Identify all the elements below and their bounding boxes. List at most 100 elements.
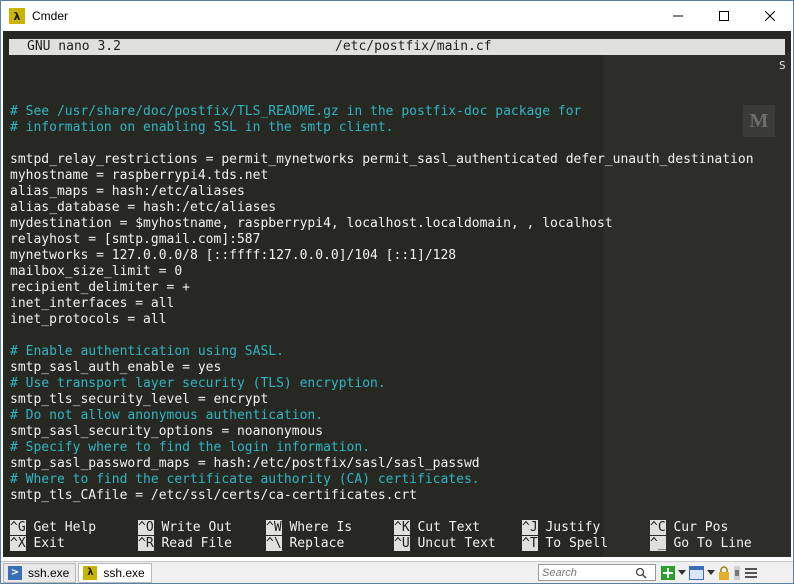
editor-text-area[interactable]: # See /usr/share/doc/postfix/TLS_README.… — [10, 88, 754, 504]
window-title: Cmder — [32, 9, 69, 23]
config-line: smtpd_relay_restrictions = permit_mynetw… — [10, 152, 754, 167]
shortcut-label: Replace — [289, 536, 345, 551]
maximize-icon — [719, 11, 729, 21]
chevron-down-icon — [707, 570, 715, 575]
config-line: smtp_sasl_security_options = noanonymous — [10, 424, 324, 439]
menu-icon — [745, 568, 757, 578]
shortcut-key: ^K — [394, 520, 410, 535]
search-input[interactable] — [539, 565, 635, 580]
comment-line: # Enable authentication using SASL. — [10, 344, 284, 359]
search-box[interactable] — [538, 564, 656, 581]
plus-icon — [661, 566, 675, 580]
config-line: smtp_tls_CAfile = /etc/ssl/certs/ca-cert… — [10, 488, 417, 503]
shortcut-item: ^G Get Help — [10, 520, 96, 536]
scroll-icon — [734, 566, 740, 580]
shortcut-label: Get Help — [33, 520, 97, 535]
config-line: smtp_sasl_password_maps = hash:/etc/post… — [10, 456, 480, 471]
shortcut-label: Read File — [161, 536, 232, 551]
config-line: mydestination = $myhostname, raspberrypi… — [10, 216, 613, 231]
shortcut-key: ^O — [138, 520, 154, 535]
side-indicator: S — [779, 59, 786, 72]
terminal-area[interactable]: M GNU nano 3.2 /etc/postfix/main.cf S # … — [3, 31, 791, 557]
minimize-icon — [673, 15, 683, 17]
shortcut-label: Where Is — [289, 520, 353, 535]
shortcut-item: ^\ Replace — [266, 536, 344, 552]
comment-line: # Use transport layer security (TLS) enc… — [10, 376, 386, 391]
comment-line: # See /usr/share/doc/postfix/TLS_README.… — [10, 104, 582, 119]
shortcut-key: ^W — [266, 520, 282, 535]
title-bar[interactable]: λ Cmder — [1, 1, 793, 31]
comment-line: # Do not allow anonymous authentication. — [10, 408, 324, 423]
shortcut-key: ^_ — [650, 536, 666, 551]
config-line: alias_database = hash:/etc/aliases — [10, 200, 277, 215]
window-controls — [655, 1, 793, 31]
console-icon: > — [8, 565, 22, 580]
shortcut-item: ^J Justify — [522, 520, 600, 536]
shortcut-label: Cur Pos — [673, 520, 729, 535]
config-line: recipient_delimiter = + — [10, 280, 191, 295]
cmder-window: λ Cmder M GNU nano 3.2 /etc/postfix/main… — [0, 0, 794, 584]
comment-line: # Specify where to find the login inform… — [10, 440, 371, 455]
shortcut-item: ^T To Spell — [522, 536, 608, 552]
config-line: myhostname = raspberrypi4.tds.net — [10, 168, 269, 183]
lambda-icon: λ — [83, 565, 98, 580]
shortcut-key: ^R — [138, 536, 154, 551]
lock-icon — [719, 566, 729, 580]
close-button[interactable] — [747, 1, 793, 31]
toolbar-icons — [661, 564, 761, 582]
shortcut-item: ^K Cut Text — [394, 520, 480, 536]
maximize-button[interactable] — [701, 1, 747, 31]
shortcut-label: Cut Text — [417, 520, 481, 535]
shortcut-item: ^C Cur Pos — [650, 520, 728, 536]
config-line: mailbox_size_limit = 0 — [10, 264, 183, 279]
shortcut-label: Exit — [33, 536, 65, 551]
shortcut-label: Uncut Text — [417, 536, 496, 551]
window-layout-icon — [689, 566, 704, 580]
shortcut-item: ^R Read File — [138, 536, 232, 552]
shortcut-item: ^O Write Out — [138, 520, 232, 536]
shortcut-item: ^U Uncut Text — [394, 536, 496, 552]
lock-button[interactable] — [718, 565, 730, 581]
shortcut-label: To Spell — [545, 536, 609, 551]
shortcut-item: ^_ Go To Line — [650, 536, 752, 552]
split-view-dropdown[interactable] — [707, 565, 715, 581]
new-console-dropdown[interactable] — [678, 565, 686, 581]
shortcut-key: ^U — [394, 536, 410, 551]
search-icon[interactable] — [635, 567, 647, 579]
shortcut-key: ^C — [650, 520, 666, 535]
nano-header-bar: GNU nano 3.2 /etc/postfix/main.cf — [9, 39, 785, 55]
comment-line: # Where to find the certificate authorit… — [10, 472, 480, 487]
menu-button[interactable] — [744, 565, 758, 581]
new-console-button[interactable] — [661, 565, 675, 581]
chevron-down-icon — [678, 570, 686, 575]
nano-version: GNU nano 3.2 — [27, 39, 121, 54]
console-tab-bar: > ssh.exe λ ssh.exe — [1, 561, 793, 583]
shortcut-item: ^X Exit — [10, 536, 65, 552]
shortcut-key: ^\ — [266, 536, 282, 551]
scroll-bar-toggle[interactable] — [733, 565, 741, 581]
nano-shortcut-bar: ^G Get Help ^O Write Out ^W Where Is ^K Cut… — [10, 520, 790, 552]
shortcut-key: ^J — [522, 520, 538, 535]
task-label: ssh.exe — [28, 565, 70, 580]
minimize-button[interactable] — [655, 1, 701, 31]
split-view-button[interactable] — [689, 565, 704, 581]
shortcut-item: ^W Where Is — [266, 520, 352, 536]
task-tab-ssh-2[interactable]: λ ssh.exe — [78, 562, 152, 583]
shortcut-key: ^X — [10, 536, 26, 551]
shortcut-label: Go To Line — [673, 536, 752, 551]
task-tab-ssh-1[interactable]: > ssh.exe — [3, 562, 77, 583]
config-line: smtp_tls_security_level = encrypt — [10, 392, 269, 407]
lambda-app-icon[interactable]: λ — [9, 8, 25, 24]
shortcut-label: Justify — [545, 520, 601, 535]
shortcut-label: Write Out — [161, 520, 232, 535]
config-line: alias_maps = hash:/etc/aliases — [10, 184, 245, 199]
config-line: relayhost = [smtp.gmail.com]:587 — [10, 232, 261, 247]
close-icon — [765, 11, 775, 21]
config-line: smtp_sasl_auth_enable = yes — [10, 360, 222, 375]
shortcut-key: ^T — [522, 536, 538, 551]
nano-filename: /etc/postfix/main.cf — [335, 39, 492, 54]
config-line: inet_interfaces = all — [10, 296, 175, 311]
